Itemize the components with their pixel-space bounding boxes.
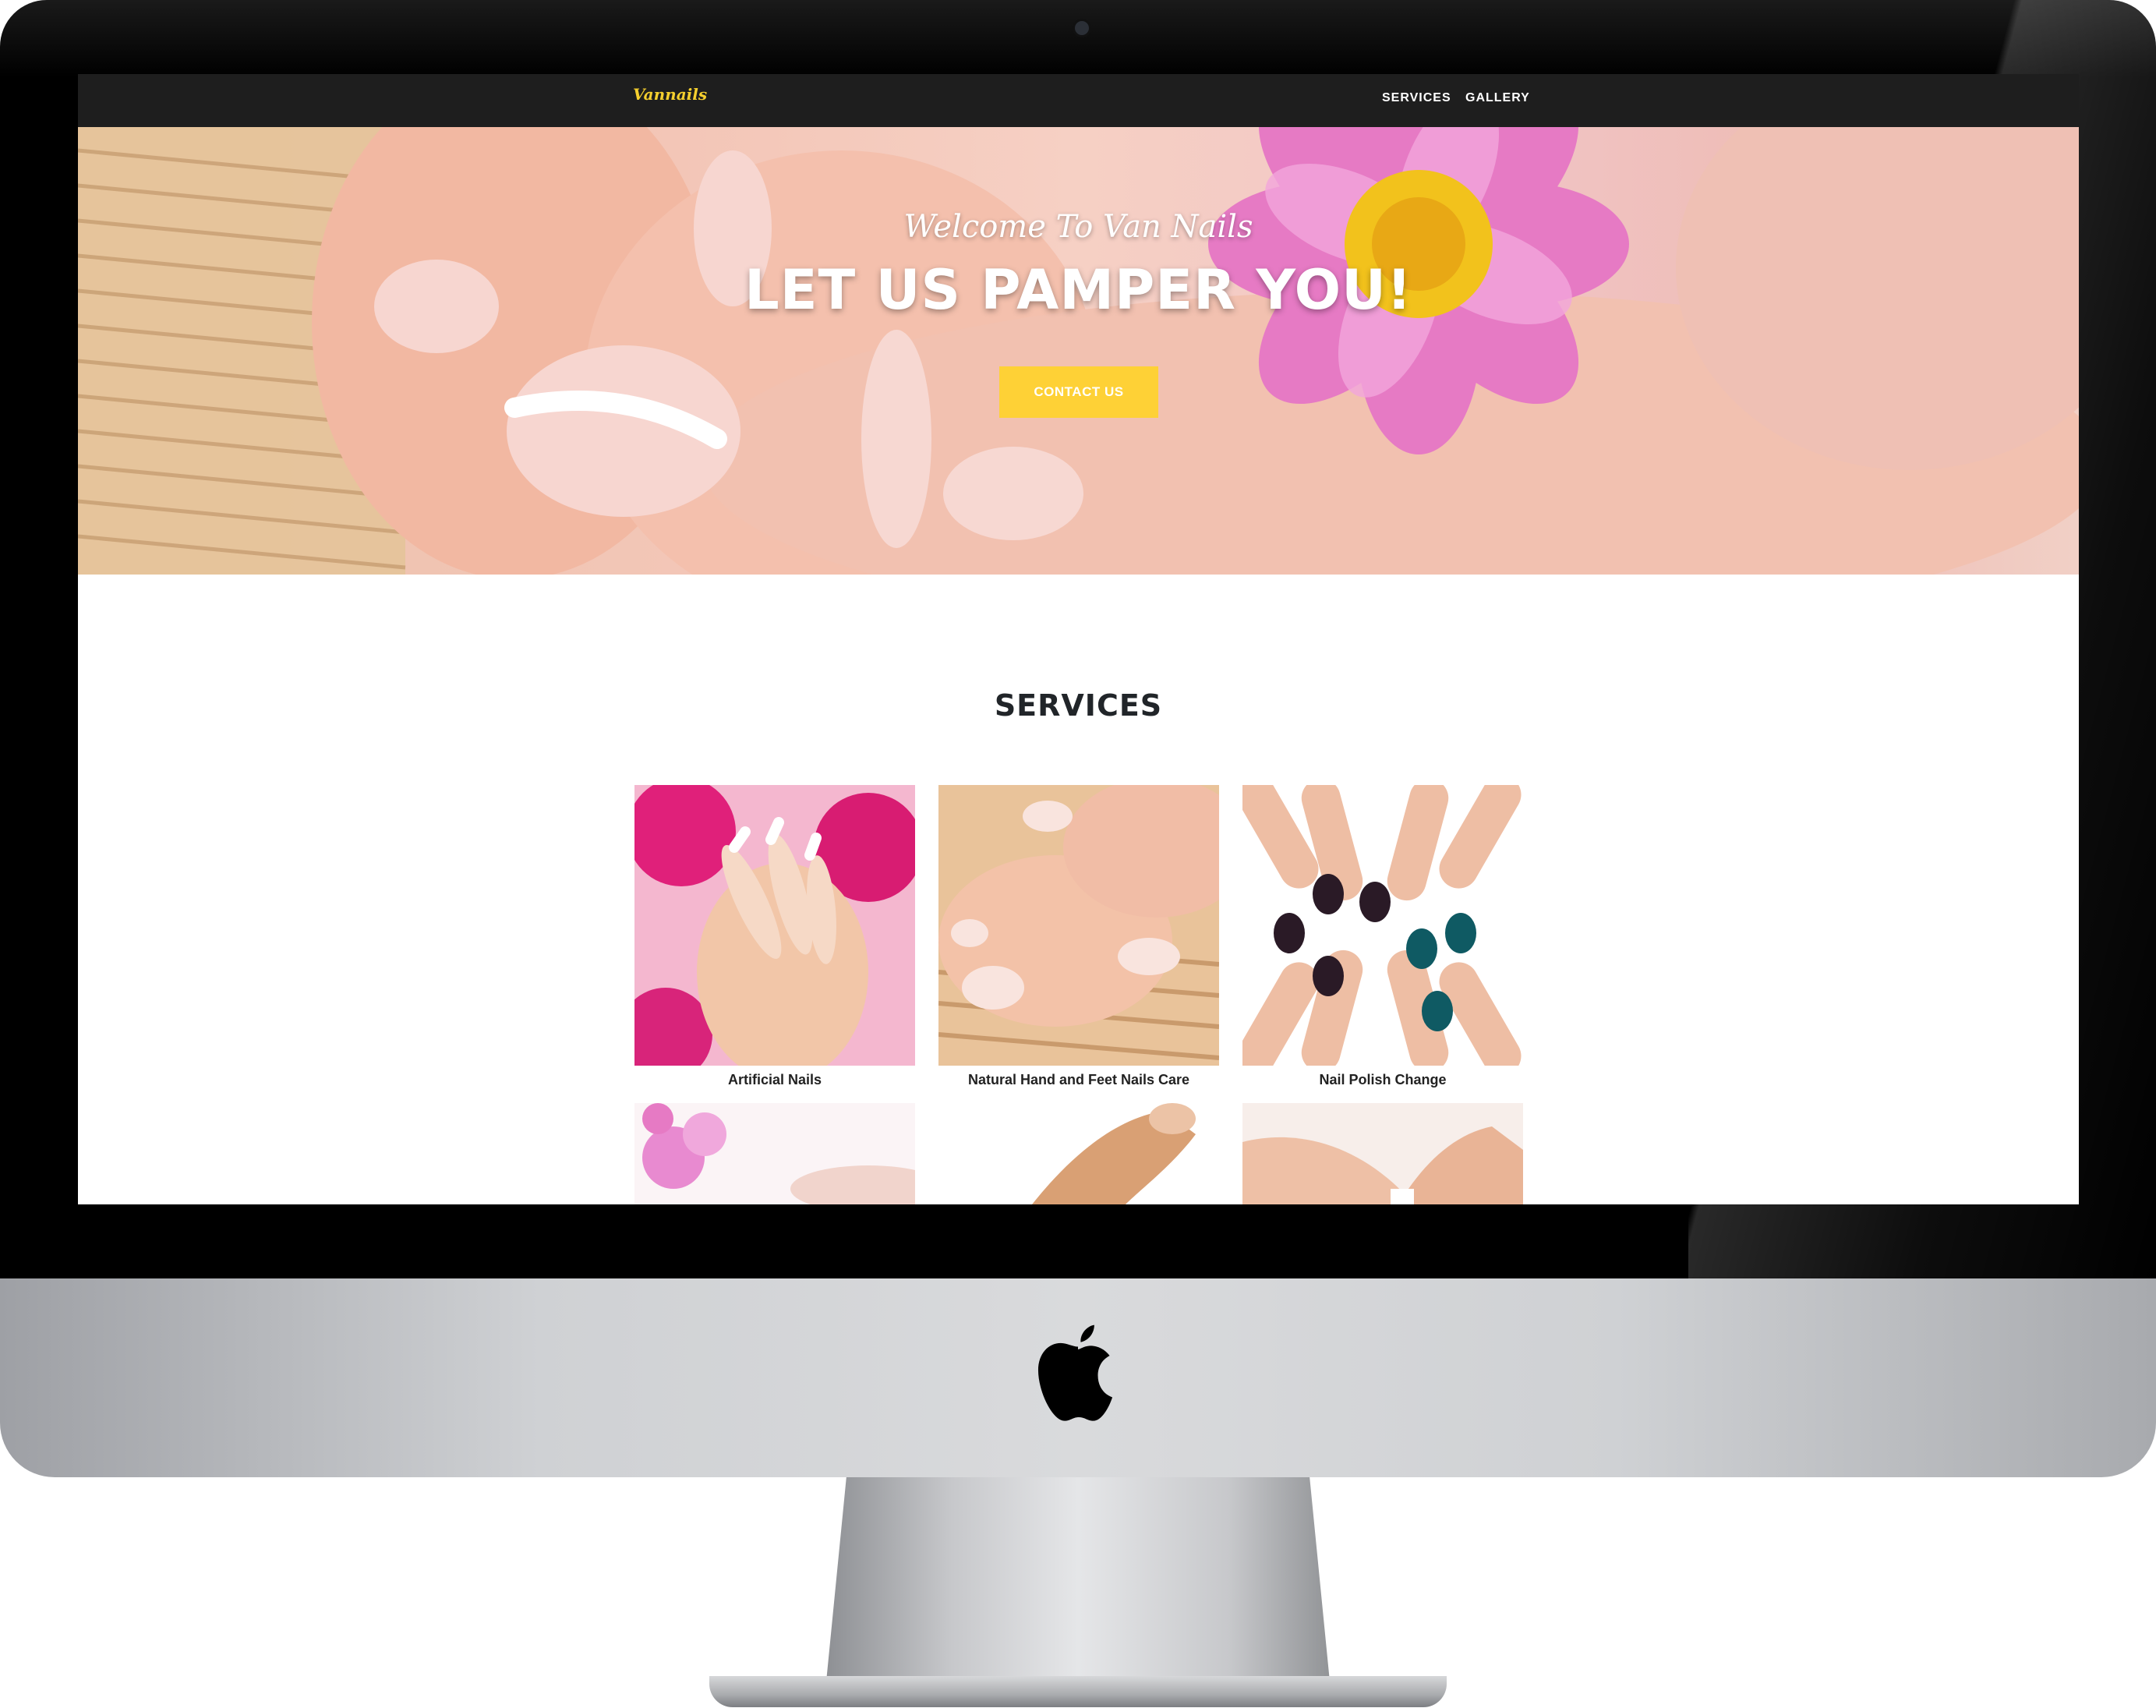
services-heading: SERVICES [994,688,1163,723]
monitor-stand [826,1477,1330,1681]
hero-title: LET US PAMPER YOU! [744,258,1412,322]
artificial-nails-image [634,785,915,1066]
nail-polish-image [1242,785,1523,1066]
service-caption-natural-nails: Natural Hand and Feet Nails Care [967,1072,1190,1087]
service-image-nail-polish[interactable] [1242,785,1523,1066]
apple-logo-icon [1037,1324,1113,1421]
top-navbar: Vannails SERVICES GALLERY [78,74,2079,127]
service-caption-artificial-nails: Artificial Nails [727,1072,822,1087]
service-image-row2-3[interactable] [1242,1103,1523,1204]
hero-image [78,127,2079,575]
natural-nails-image [938,785,1219,1066]
waxing-image [1242,1103,1523,1204]
service-image-natural-nails[interactable] [938,785,1219,1066]
nav-link-services[interactable]: SERVICES [1382,91,1451,105]
service-image-row2-2[interactable] [938,1103,1219,1204]
brand-logo[interactable]: Vannails [633,85,707,104]
orchid-spa-image [634,1103,915,1204]
hero-subtitle: Welcome To Van Nails [903,209,1253,245]
monitor-stand-base [709,1676,1447,1707]
browser-screen: Vannails SERVICES GALLERY Welcome To Van… [78,74,2079,1204]
nav-link-gallery[interactable]: GALLERY [1465,91,1530,105]
camera-icon [1073,19,1091,37]
service-caption-nail-polish: Nail Polish Change [1319,1072,1447,1087]
service-image-row2-1[interactable] [634,1103,915,1204]
hero-section: Welcome To Van Nails LET US PAMPER YOU! … [78,127,2079,575]
service-image-artificial-nails[interactable] [634,785,915,1066]
foot-spa-image [938,1103,1219,1204]
contact-us-button[interactable]: CONTACT US [999,366,1158,418]
